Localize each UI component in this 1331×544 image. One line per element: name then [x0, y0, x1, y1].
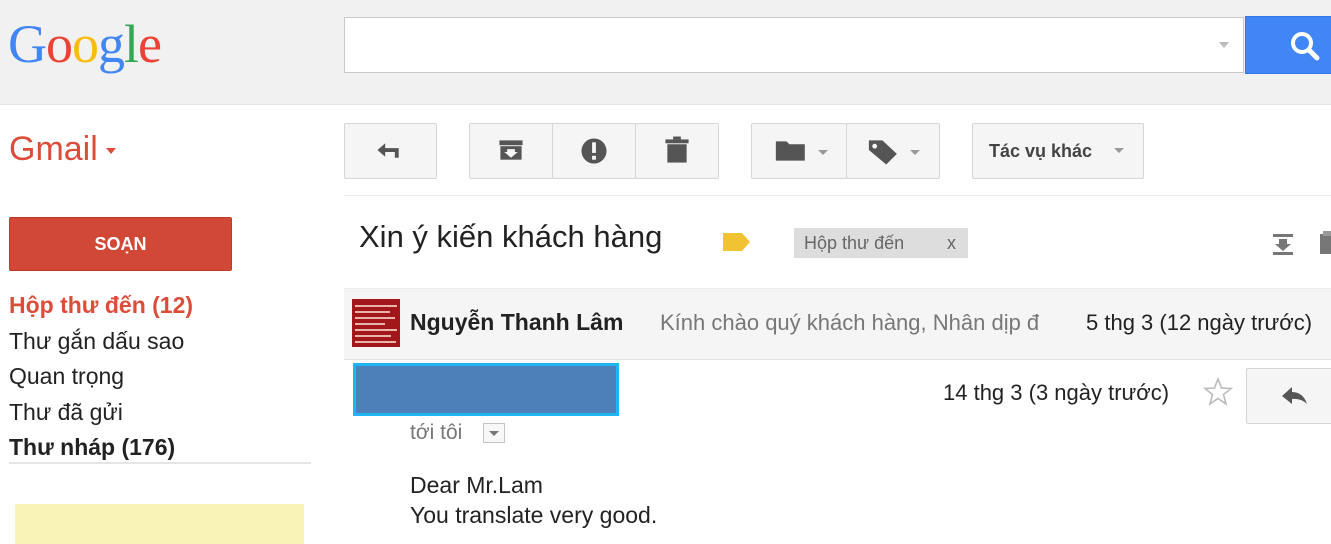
sidebar-item-inbox[interactable]: Hộp thư đến (12): [9, 288, 193, 324]
expand-all-icon[interactable]: [1270, 228, 1331, 258]
delete-button[interactable]: [635, 123, 719, 179]
logo-letter: e: [138, 14, 162, 74]
redacted-sender: [353, 363, 619, 416]
archive-button[interactable]: [469, 123, 553, 179]
compose-button[interactable]: SOẠN: [9, 217, 232, 271]
spam-icon: [581, 138, 607, 164]
trash-icon: [665, 136, 689, 163]
message-date: 5 thg 3 (12 ngày trước): [1086, 310, 1313, 335]
recipient-line: tới tôi: [410, 421, 463, 444]
search-options-caret-icon[interactable]: [1219, 42, 1229, 48]
sidebar-item-important[interactable]: Quan trọng: [9, 359, 193, 395]
logo-letter: o: [46, 14, 73, 74]
message-sender: Nguyễn Thanh Lâm: [410, 309, 624, 335]
search-input[interactable]: [345, 18, 1229, 72]
chevron-down-icon: [1114, 148, 1124, 153]
app-name: Gmail: [9, 130, 98, 168]
logo-letter: o: [72, 14, 99, 74]
inbox-label-chip[interactable]: Hộp thư đến x: [794, 228, 968, 258]
sidebar-item-starred[interactable]: Thư gắn dấu sao: [9, 324, 193, 360]
top-bar: Google: [0, 0, 1331, 105]
search-button[interactable]: [1245, 16, 1331, 74]
message-body: Dear Mr.Lam You translate very good.: [410, 470, 657, 530]
back-button[interactable]: [344, 123, 437, 179]
logo-letter: g: [98, 14, 125, 74]
message-date: 14 thg 3 (3 ngày trước): [943, 380, 1170, 405]
chevron-down-icon: [910, 150, 920, 155]
notice-box: [15, 504, 304, 544]
message-snippet: Kính chào quý khách hàng, Nhân dịp đ: [660, 310, 1040, 335]
search-box: [344, 17, 1244, 73]
more-actions-label: Tác vụ khác: [989, 141, 1093, 161]
label-chip-text: Hộp thư đến: [804, 233, 905, 253]
folder-icon: [775, 141, 805, 161]
sidebar-item-drafts[interactable]: Thư nháp (176): [9, 430, 193, 466]
move-to-button[interactable]: [751, 123, 847, 179]
gmail-menu[interactable]: Gmail: [9, 130, 116, 169]
sidebar-nav: Hộp thư đến (12) Thư gắn dấu sao Quan tr…: [9, 288, 193, 466]
star-icon[interactable]: [1202, 376, 1234, 412]
search-icon: [1291, 32, 1320, 61]
avatar: [352, 299, 400, 347]
sidebar-divider: [9, 462, 311, 464]
important-marker-icon[interactable]: [722, 231, 752, 258]
logo-letter: G: [8, 14, 47, 74]
logo-letter: l: [124, 14, 139, 74]
message-body-line: Dear Mr.Lam: [410, 472, 543, 498]
arrow-back-icon: [377, 143, 399, 158]
toolbar-divider: [344, 195, 1331, 196]
more-actions-button[interactable]: Tác vụ khác: [972, 123, 1144, 179]
show-details-dropdown[interactable]: [483, 423, 505, 443]
chevron-down-icon: [818, 150, 828, 155]
reply-button[interactable]: [1246, 368, 1331, 424]
report-spam-button[interactable]: [552, 123, 636, 179]
google-logo[interactable]: Google: [8, 14, 162, 74]
thread-actions: [1270, 228, 1331, 263]
message-body-line: You translate very good.: [410, 502, 658, 528]
labels-button[interactable]: [846, 123, 940, 179]
tag-icon: [868, 140, 897, 165]
reply-icon: [1282, 387, 1307, 404]
archive-icon: [499, 140, 523, 160]
sidebar-item-sent[interactable]: Thư đã gửi: [9, 395, 193, 431]
remove-label-button[interactable]: x: [947, 228, 956, 258]
chevron-down-icon: [105, 148, 116, 155]
thread-subject: Xin ý kiến khách hàng: [359, 219, 663, 254]
